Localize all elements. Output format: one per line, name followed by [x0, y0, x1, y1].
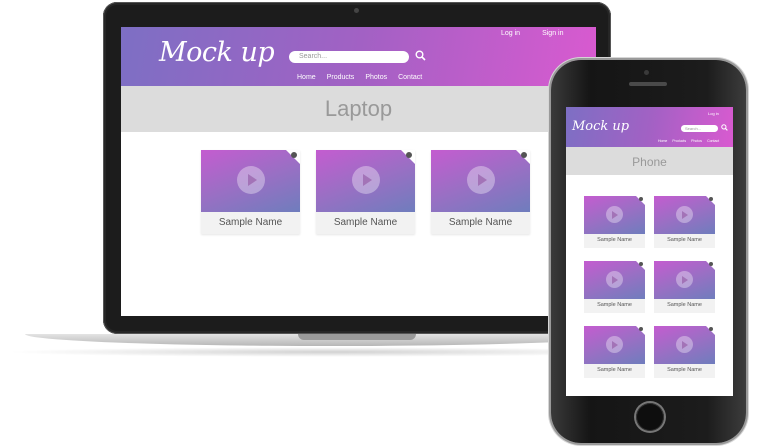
play-icon[interactable] — [676, 271, 693, 288]
laptop-auth-links: Log in Sign in — [501, 30, 563, 37]
card-thumbnail[interactable] — [654, 326, 715, 364]
card-thumbnail[interactable] — [584, 261, 645, 299]
phone-search-icon[interactable] — [721, 124, 728, 133]
card-dot-icon — [709, 327, 713, 331]
phone-card[interactable]: Sample Name — [654, 261, 715, 313]
play-icon[interactable] — [606, 336, 623, 353]
card-thumbnail[interactable] — [431, 150, 530, 212]
phone-screen: Mock up Log in Search... Home Products P… — [566, 107, 733, 396]
play-icon[interactable] — [606, 271, 623, 288]
nav-contact[interactable]: Contact — [398, 74, 422, 81]
card-name: Sample Name — [667, 302, 702, 308]
laptop-search-input[interactable]: Search... — [289, 51, 409, 63]
laptop-logo[interactable]: Mock up — [159, 37, 275, 68]
card-name: Sample Name — [218, 217, 283, 228]
laptop-nav: Home Products Photos Contact — [297, 74, 422, 81]
card-thumbnail[interactable] — [584, 326, 645, 364]
card-name: Sample Name — [667, 367, 702, 373]
card-thumbnail[interactable] — [584, 196, 645, 234]
card-dot-icon — [709, 262, 713, 266]
card-thumbnail[interactable] — [201, 150, 300, 212]
card-dot-icon — [709, 197, 713, 201]
laptop-base-notch — [298, 334, 416, 340]
card-dot-icon — [521, 152, 527, 158]
phone-logo[interactable]: Mock up — [572, 119, 629, 134]
laptop-camera — [354, 8, 359, 13]
play-icon[interactable] — [606, 206, 623, 223]
card-name: Sample Name — [597, 367, 632, 373]
play-icon[interactable] — [467, 166, 495, 194]
card-dot-icon — [406, 152, 412, 158]
card-name: Sample Name — [597, 302, 632, 308]
phone-nav-products[interactable]: Products — [672, 139, 686, 143]
play-icon[interactable] — [676, 336, 693, 353]
play-icon[interactable] — [676, 206, 693, 223]
login-link[interactable]: Log in — [501, 30, 520, 37]
card-thumbnail[interactable] — [316, 150, 415, 212]
phone-card[interactable]: Sample Name — [654, 196, 715, 248]
card-name: Sample Name — [667, 237, 702, 243]
laptop-card[interactable]: Sample Name — [431, 150, 530, 234]
phone-speaker — [629, 82, 667, 86]
search-icon[interactable] — [415, 50, 427, 62]
phone-home-button[interactable] — [636, 403, 664, 431]
card-dot-icon — [639, 197, 643, 201]
card-dot-icon — [639, 262, 643, 266]
laptop-page-title: Laptop — [324, 96, 393, 121]
play-icon[interactable] — [237, 166, 265, 194]
phone-login-link[interactable]: Log in — [708, 111, 719, 116]
phone-nav-contact[interactable]: Contact — [707, 139, 719, 143]
signin-link[interactable]: Sign in — [542, 30, 563, 37]
nav-home[interactable]: Home — [297, 74, 316, 81]
laptop-card[interactable]: Sample Name — [316, 150, 415, 234]
phone-card[interactable]: Sample Name — [584, 196, 645, 248]
laptop-screen: Mock up Log in Sign in Search... Home Pr… — [121, 27, 596, 316]
nav-photos[interactable]: Photos — [365, 74, 387, 81]
card-dot-icon — [291, 152, 297, 158]
phone-search-input[interactable]: Search... — [681, 125, 718, 132]
phone-nav-photos[interactable]: Photos — [691, 139, 702, 143]
phone-card[interactable]: Sample Name — [654, 326, 715, 378]
nav-products[interactable]: Products — [327, 74, 355, 81]
card-thumbnail[interactable] — [654, 261, 715, 299]
phone-card[interactable]: Sample Name — [584, 261, 645, 313]
phone-nav: Home Products Photos Contact — [658, 139, 719, 143]
card-name: Sample Name — [448, 217, 513, 228]
phone-nav-home[interactable]: Home — [658, 139, 667, 143]
card-name: Sample Name — [333, 217, 398, 228]
phone-page-title: Phone — [632, 155, 667, 169]
laptop-card[interactable]: Sample Name — [201, 150, 300, 234]
phone-card[interactable]: Sample Name — [584, 326, 645, 378]
play-icon[interactable] — [352, 166, 380, 194]
phone-front-camera — [644, 70, 649, 75]
card-name: Sample Name — [597, 237, 632, 243]
card-thumbnail[interactable] — [654, 196, 715, 234]
card-dot-icon — [639, 327, 643, 331]
